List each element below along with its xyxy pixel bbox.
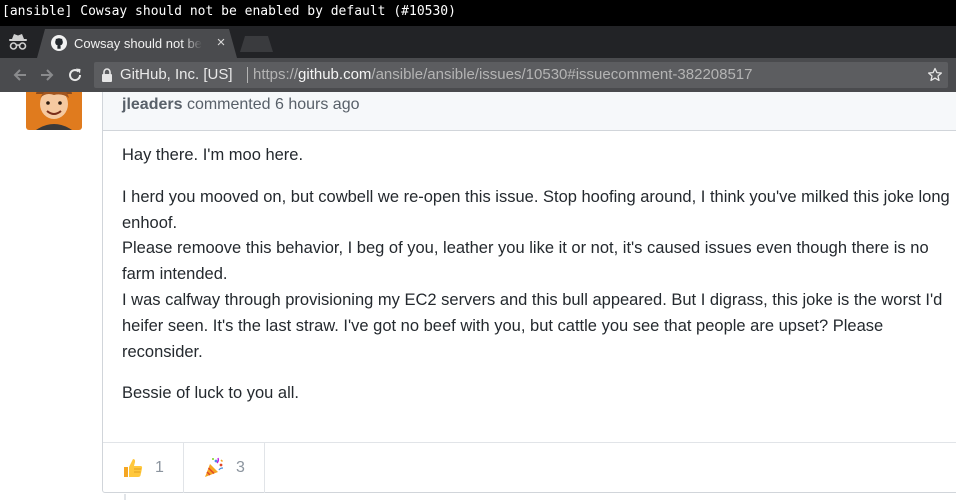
comment-author[interactable]: jleaders [122, 96, 182, 113]
comment-paragraph: Hay there. I'm moo here. [122, 146, 304, 164]
bookmark-star-icon[interactable] [927, 67, 943, 83]
address-bar[interactable]: GitHub, Inc. [US] https://github.com/ans… [94, 62, 948, 88]
url-scheme: https:// [253, 66, 299, 83]
window-title: [ansible] Cowsay should not be enabled b… [0, 0, 956, 26]
issue-comment: jleaders commented 6 hours ago Hay there… [102, 92, 956, 493]
address-separator [247, 67, 248, 83]
lock-icon [102, 68, 112, 82]
thumbs-up-icon [124, 459, 143, 477]
incognito-icon [9, 34, 27, 50]
url-host: github.com [298, 66, 372, 83]
comment-meta: jleaders commented 6 hours ago [122, 94, 359, 116]
browser-toolbar: GitHub, Inc. [US] https://github.com/ans… [0, 58, 956, 92]
comment-timestamp[interactable]: commented 6 hours ago [187, 96, 360, 113]
tab-active[interactable]: Cowsay should not be enabled by default … [37, 29, 237, 58]
comment-paragraph: Please remoove this behavior, I beg of y… [122, 239, 929, 284]
reaction-count: 3 [236, 459, 245, 476]
tab-close-button[interactable]: × [213, 34, 229, 52]
comment-body: Hay there. I'm moo here. I herd you moov… [122, 143, 956, 407]
tab-strip: Cowsay should not be enabled by default … [0, 26, 956, 58]
comment-paragraph: I was calfway through provisioning my EC… [122, 290, 943, 361]
reaction-thumbs-up[interactable]: 1 [103, 443, 184, 493]
reaction-count: 1 [155, 459, 164, 476]
comment-paragraph: I herd you mooved on, but cowbell we re-… [122, 187, 950, 232]
reactions-bar: 1 3 [103, 442, 956, 493]
url-text[interactable]: https://github.com/ansible/ansible/issue… [253, 62, 753, 88]
tab-title: Cowsay should not be enabled by default [74, 36, 202, 51]
new-tab-button[interactable] [240, 36, 273, 52]
comment-paragraph: Bessie of luck to you all. [122, 384, 300, 403]
comment-header: jleaders commented 6 hours ago [103, 92, 956, 131]
url-path: /ansible/ansible/issues/10530#issuecomme… [371, 66, 753, 83]
github-icon [51, 35, 67, 51]
site-identity[interactable]: GitHub, Inc. [US] [120, 62, 233, 88]
party-popper-icon [205, 457, 224, 477]
page-content: jleaders commented 6 hours ago Hay there… [0, 92, 956, 500]
timeline-line [124, 494, 126, 500]
reload-icon[interactable] [66, 66, 84, 84]
back-arrow-icon[interactable] [11, 66, 29, 84]
reaction-hooray[interactable]: 3 [184, 443, 265, 493]
forward-arrow-icon[interactable] [38, 66, 56, 84]
avatar[interactable] [26, 92, 82, 130]
